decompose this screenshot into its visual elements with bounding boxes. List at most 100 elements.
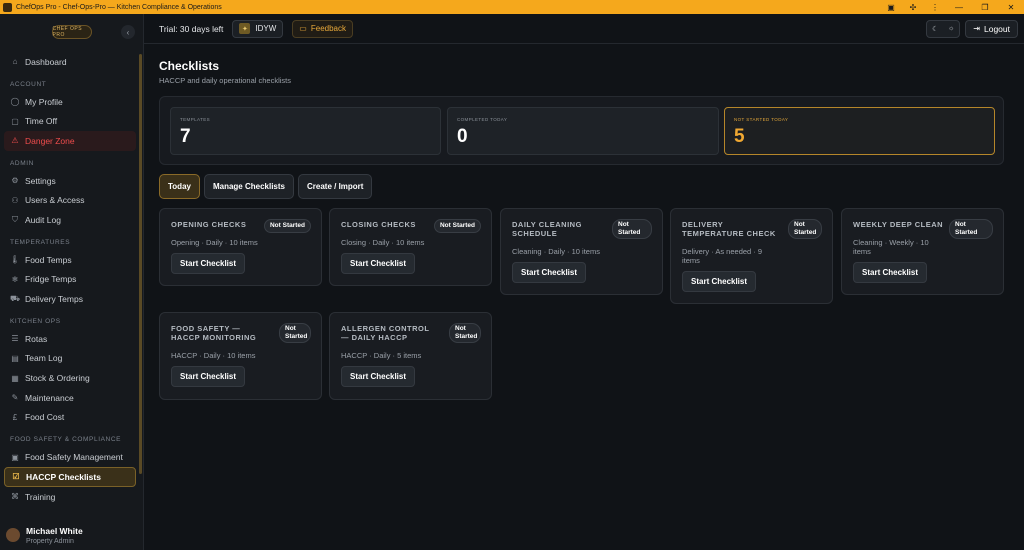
card-meta: Cleaning · Weekly · 10 items [853,238,929,256]
checklist-card: WEEKLY DEEP CLEAN Not Started Cleaning ·… [841,208,1004,295]
sidebar-item-time-off[interactable]: ▢ Time Off [4,111,136,131]
start-checklist-button[interactable]: Start Checklist [171,253,246,274]
tab-create-import[interactable]: Create / Import [298,174,373,199]
feedback-button[interactable]: ▭ Feedback [292,19,353,38]
checklist-card: OPENING CHECKS Not Started Opening · Dai… [159,208,322,286]
sidebar-logo-area: CHEF OPS PRO ‹ [0,14,143,50]
status-badge: Not Started [612,219,652,239]
section-admin: ADMIN [10,159,34,167]
sidebar-item-haccp-checklists[interactable]: ☑ HACCP Checklists [4,467,136,487]
tab-manage-checklists[interactable]: Manage Checklists [203,174,294,199]
sidebar-item-maintenance[interactable]: ✎ Maintenance [4,388,136,408]
card-title: DELIVERY TEMPERATURE CHECK [682,220,776,238]
logout-button[interactable]: ⇥ Logout [965,19,1018,38]
list-icon: ☰ [11,334,19,344]
sidebar-item-settings[interactable]: ⚙ Settings [4,171,136,191]
sidebar-item-danger-zone[interactable]: ⚠ Danger Zone [4,131,136,151]
sidebar-item-food-cost[interactable]: £ Food Cost [4,408,136,428]
card-title: WEEKLY DEEP CLEAN [853,220,944,229]
avatar [6,528,20,542]
start-checklist-button[interactable]: Start Checklist [682,271,757,292]
screenshot-icon[interactable]: ▣ [880,0,902,14]
topbar: Trial: 30 days left ✦ IDYW ▭ Feedback ☾ ☼ ⇥… [144,14,1024,44]
gear-icon: ⚙ [11,176,19,186]
pound-icon: £ [12,412,18,422]
sidebar-item-food-temps[interactable]: 🌡 Food Temps [4,250,136,270]
shield-icon: ⛉ [12,214,18,224]
status-badge: Not Started [949,219,993,239]
main-content: Checklists HACCP and daily operational c… [144,45,1024,550]
sidebar-item-food-safety-management[interactable]: ▣ Food Safety Management [4,447,136,467]
window-title: ChefOps Pro - Chef-Ops-Pro — Kitchen Com… [16,3,222,11]
card-title: ALLERGEN CONTROL — DAILY HACCP [341,324,430,342]
theme-toggle[interactable]: ☾ ☼ [926,19,961,38]
user-profile[interactable]: Michael White Property Admin [0,520,143,550]
sidebar-item-rotas[interactable]: ☰ Rotas [4,329,136,349]
sidebar-item-dashboard[interactable]: ⌂ Dashboard [4,52,136,72]
collapse-sidebar-button[interactable]: ‹ [121,25,135,39]
stat-completed-today: COMPLETED TODAY 0 [447,107,719,155]
tab-today[interactable]: Today [159,174,200,199]
start-checklist-button[interactable]: Start Checklist [171,366,246,387]
logout-icon: ⇥ [973,24,980,33]
status-badge: Not Started [263,219,311,233]
card-meta: HACCP · Daily · 5 items [341,351,422,360]
card-title: CLOSING CHECKS [341,220,416,229]
more-menu-icon[interactable]: ⋮ [924,0,946,14]
start-checklist-button[interactable]: Start Checklist [341,366,416,387]
user-icon: ◯ [10,97,20,107]
sidebar-scrollbar[interactable] [139,54,142,474]
start-checklist-button[interactable]: Start Checklist [853,262,928,283]
sun-icon[interactable]: ☼ [948,25,954,32]
card-title: DAILY CLEANING SCHEDULE [512,220,582,238]
maximize-button[interactable]: ❐ [972,0,998,14]
graduation-cap-icon: ⌘ [11,492,19,502]
card-meta: Cleaning · Daily · 10 items [512,247,600,256]
sidebar-item-my-profile[interactable]: ◯ My Profile [4,92,136,112]
stat-templates: TEMPLATES 7 [170,107,441,155]
stat-not-started-today: NOT STARTED TODAY 5 [724,107,995,155]
truck-icon: ⛟ [9,294,21,304]
minimize-button[interactable]: — [946,0,972,14]
brand-logo[interactable]: CHEF OPS PRO [51,25,92,39]
moon-icon[interactable]: ☾ [932,25,938,33]
checkbox-icon: ☑ [12,472,20,482]
card-title: FOOD SAFETY — HACCP MONITORING [171,324,257,342]
status-badge: Not Started [433,219,481,233]
clipboard-icon: ▤ [11,353,19,363]
checklist-tabs: Today Manage Checklists Create / Import [159,174,376,199]
checklist-card: DAILY CLEANING SCHEDULE Not Started Clea… [500,208,663,295]
org-logo-icon: ✦ [239,23,251,34]
section-food-safety: FOOD SAFETY & COMPLIANCE [10,436,122,444]
sidebar-item-team-log[interactable]: ▤ Team Log [4,349,136,369]
checklist-card: CLOSING CHECKS Not Started Closing · Dai… [329,208,492,286]
box-icon: ▦ [11,373,19,383]
chevron-left-icon: ‹ [126,27,130,37]
users-icon: ⚇ [11,195,19,205]
sidebar-item-audit-log[interactable]: ⛉ Audit Log [4,210,136,230]
org-badge[interactable]: ✦ IDYW [232,19,284,38]
status-badge: Not Started [279,323,311,343]
checklist-card: ALLERGEN CONTROL — DAILY HACCP Not Start… [329,312,492,400]
sidebar-item-training[interactable]: ⌘ Training [4,487,136,507]
sidebar-item-stock-ordering[interactable]: ▦ Stock & Ordering [4,368,136,388]
card-meta: Opening · Daily · 10 items [171,238,258,247]
app-icon [3,2,12,12]
user-role: Property Admin [26,537,74,545]
wrench-icon: ✎ [11,393,19,403]
sidebar-item-delivery-temps[interactable]: ⛟ Delivery Temps [4,289,136,309]
start-checklist-button[interactable]: Start Checklist [512,262,587,283]
thermometer-icon: 🌡 [9,255,21,265]
stats-panel: TEMPLATES 7 COMPLETED TODAY 0 NOT STARTE… [159,96,1004,165]
extensions-icon[interactable]: ✣ [902,0,924,14]
sidebar-item-users-access[interactable]: ⚇ Users & Access [4,190,136,210]
user-name: Michael White [26,525,83,536]
start-checklist-button[interactable]: Start Checklist [341,253,416,274]
sidebar-item-fridge-temps[interactable]: ❄ Fridge Temps [4,270,136,290]
page-title: Checklists [159,59,220,73]
sidebar-nav: ⌂ Dashboard ACCOUNT ◯ My Profile ▢ Time Off… [0,50,144,520]
card-meta: Closing · Daily · 10 items [341,238,425,247]
section-account: ACCOUNT [10,80,47,88]
warning-icon: ⚠ [11,136,19,146]
close-button[interactable]: ✕ [998,0,1024,14]
